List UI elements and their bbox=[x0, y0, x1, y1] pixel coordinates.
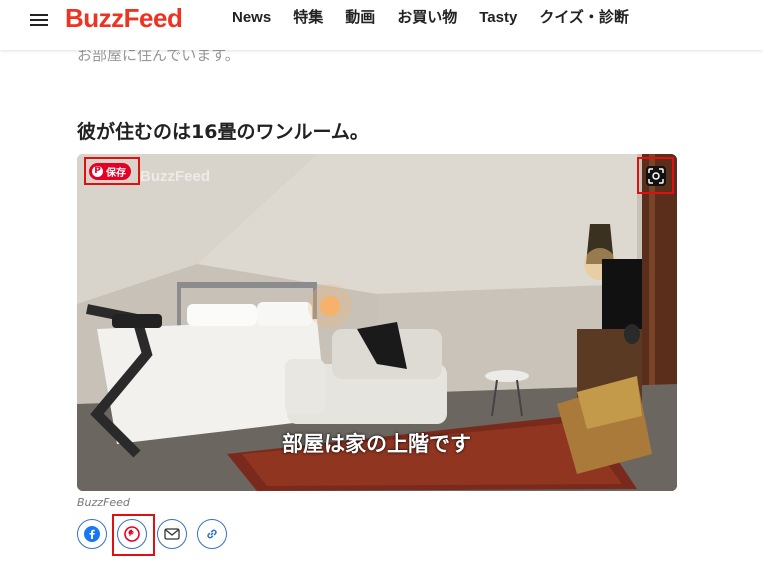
section-heading: 彼が住むのは16畳のワンルーム。 bbox=[77, 121, 369, 143]
save-label: 保存 bbox=[106, 168, 126, 179]
nav-features[interactable]: 特集 bbox=[293, 8, 323, 28]
share-email-button[interactable] bbox=[157, 519, 187, 549]
visual-search-button[interactable] bbox=[637, 157, 674, 194]
nav-shopping[interactable]: お買い物 bbox=[397, 8, 457, 28]
share-link-button[interactable] bbox=[197, 519, 227, 549]
nav-news[interactable]: News bbox=[232, 8, 271, 28]
nav-videos[interactable]: 動画 bbox=[345, 8, 375, 28]
share-pinterest-button[interactable] bbox=[117, 519, 147, 549]
share-facebook-button[interactable] bbox=[77, 519, 107, 549]
nav-quizzes[interactable]: クイズ・診断 bbox=[539, 8, 629, 28]
main-nav: News 特集 動画 お買い物 Tasty クイズ・診断 bbox=[232, 8, 651, 28]
lens-icon bbox=[646, 166, 666, 186]
facebook-icon bbox=[84, 526, 100, 542]
image-watermark: BuzzFeed bbox=[140, 168, 211, 185]
pinterest-icon bbox=[124, 526, 140, 542]
image-credit: BuzzFeed bbox=[77, 496, 130, 509]
menu-icon[interactable] bbox=[30, 11, 48, 27]
pinterest-save-button[interactable]: P 保存 bbox=[84, 157, 140, 185]
pinterest-icon: P bbox=[92, 166, 103, 177]
email-icon bbox=[164, 528, 180, 540]
buzzfeed-logo[interactable]: BuzzFeed bbox=[65, 3, 183, 34]
save-pill[interactable]: P 保存 bbox=[89, 163, 131, 180]
nav-tasty[interactable]: Tasty bbox=[479, 8, 517, 28]
link-icon bbox=[207, 529, 217, 539]
image-caption: 部屋は家の上階です bbox=[282, 432, 471, 456]
site-header: BuzzFeed News 特集 動画 お買い物 Tasty クイズ・診断 bbox=[0, 0, 763, 50]
